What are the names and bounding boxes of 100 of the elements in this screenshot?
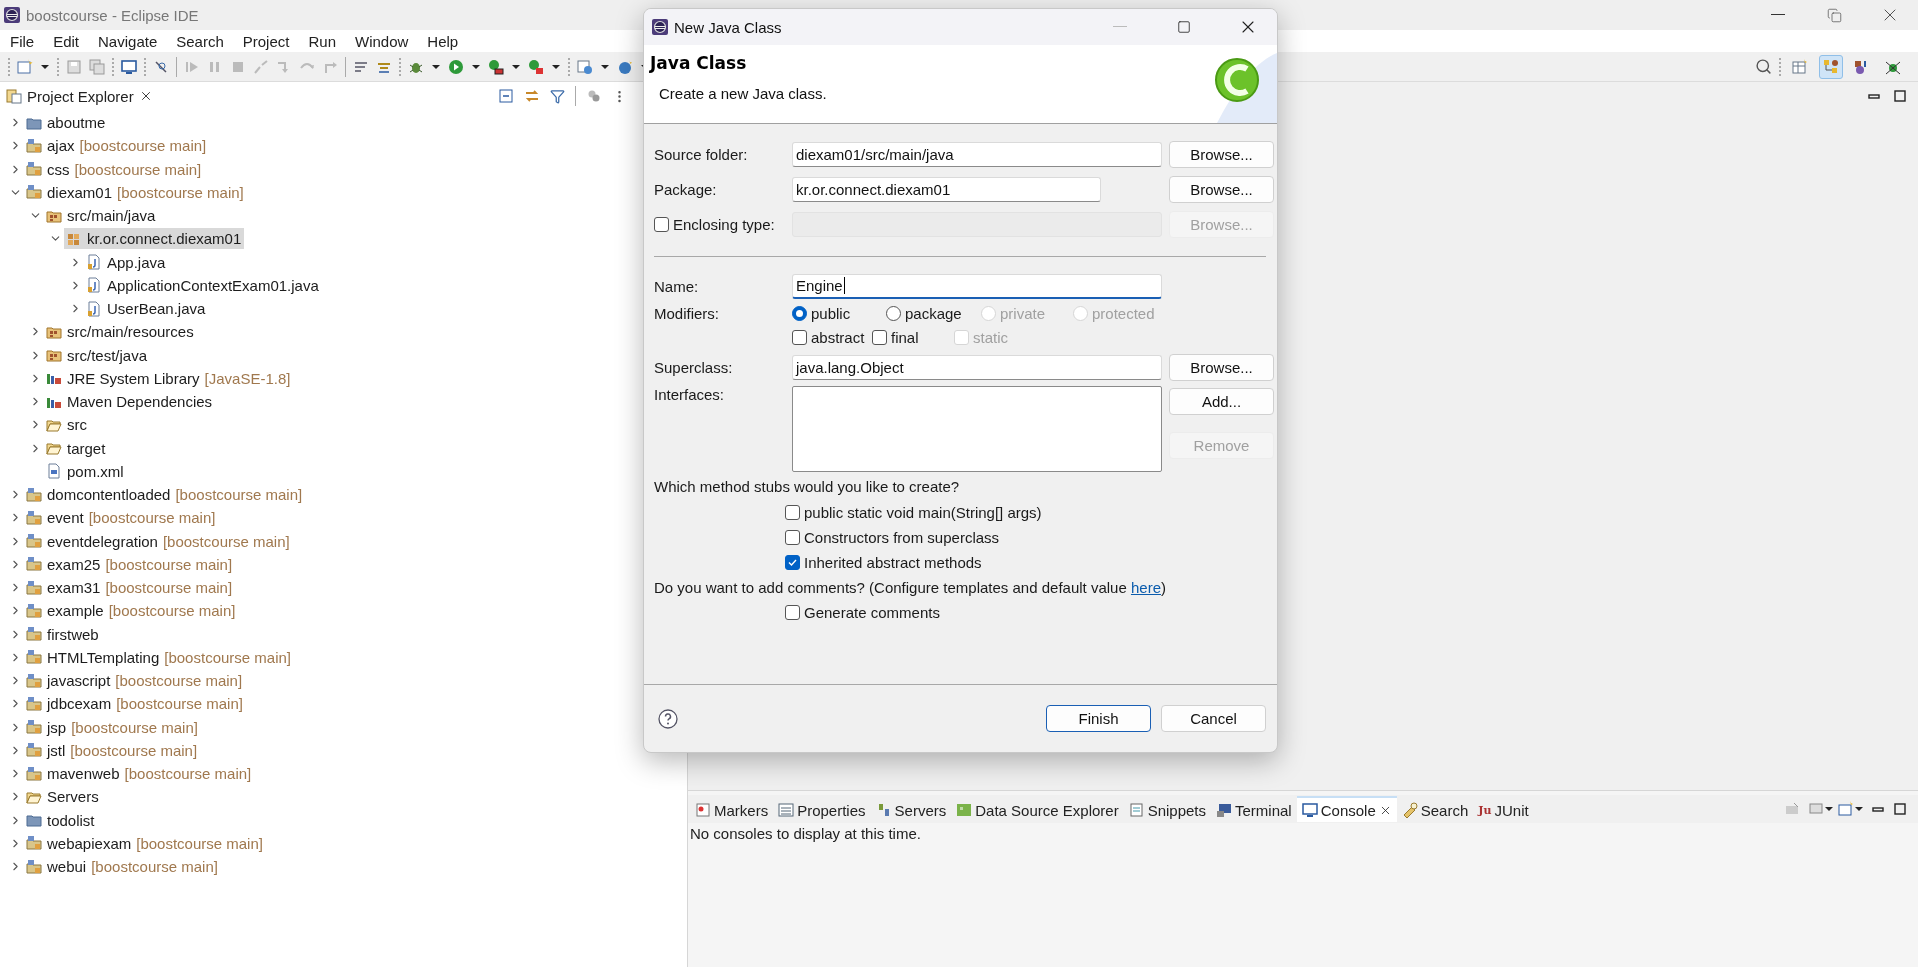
add-button[interactable]: Add... [1169,388,1274,415]
checkbox-label: final [891,329,919,346]
tree-item[interactable]: eventdelegration [boostcourse main] [24,530,293,552]
tree-item[interactable]: event [boostcourse main] [24,507,219,529]
browse-button[interactable]: Browse... [1169,141,1274,168]
menu-item[interactable]: Help [427,32,459,50]
dialog-title: New Java Class [674,18,783,36]
name-field[interactable]: Engine [792,273,1162,299]
tree-item[interactable]: JRE System Library [JavaSE-1.8] [44,367,294,389]
field-label: Source folder: [654,146,749,163]
tree-item[interactable]: Servers [24,786,102,808]
tree-item[interactable]: firstweb [24,623,102,645]
branch-label: [boostcourse main] [105,555,233,573]
field-label: Interfaces: [654,386,726,405]
tree-item[interactable]: webui [boostcourse main] [24,856,221,878]
checkbox-label: Generate comments [804,604,940,621]
checkbox-label: Inherited abstract methods [804,554,982,571]
superclass-field[interactable]: java.lang.Object [792,354,1162,380]
branch-label: [boostcourse main] [70,741,198,759]
tree-item[interactable]: mavenweb [boostcourse main] [24,763,255,785]
junit-logo: Ju [1478,803,1492,817]
checkbox-label: static [973,329,1008,346]
branch-label: [boostcourse main] [105,579,233,597]
cancel-button[interactable]: Cancel [1161,705,1266,732]
panel-tab[interactable]: Terminal [1211,796,1297,822]
radio-label: package [905,304,962,322]
tree-item[interactable]: aboutme [24,112,109,134]
field-label: Name: [654,277,700,295]
tree-item[interactable]: exam31 [boostcourse main] [24,577,236,599]
tree-item[interactable]: target [44,437,109,459]
panel-tab[interactable]: Markers [690,796,774,822]
tree-item[interactable]: pom.xml [44,460,127,482]
branch-label: [boostcourse main] [74,160,202,178]
tree-item[interactable]: css [boostcourse main] [24,158,205,180]
page-heading: Java Class [650,53,748,73]
tree-item[interactable]: App.java [84,251,169,273]
tree-item[interactable]: example [boostcourse main] [24,600,239,622]
checkbox-label: Enclosing type: [673,216,775,233]
branch-label: [boostcourse main] [71,718,198,736]
tree-item[interactable]: src [44,414,90,436]
tree-item[interactable]: jsp [boostcourse main] [24,716,201,738]
finish-button[interactable]: Finish [1046,705,1151,732]
panel-tab[interactable]: Snippets [1123,796,1211,822]
tree-item[interactable]: src/main/java [44,205,159,227]
radio-label: public [811,304,851,322]
console-message: No consoles to display at this time. [689,824,922,844]
panel-tab[interactable]: Properties [773,796,871,822]
branch-label: [boostcourse main] [116,695,243,713]
tree-item[interactable]: UserBean.java [84,298,209,320]
menu-item[interactable]: Navigate [98,32,158,50]
menu-item[interactable]: Edit [53,32,80,50]
panel-tab[interactable]: Search [1396,796,1474,822]
branch-label: [boostcourse main] [117,183,244,201]
checkbox-label: abstract [811,329,865,346]
checkbox-label: Constructors from superclass [804,529,1000,546]
menu-item[interactable]: File [10,32,35,50]
tree-item[interactable]: src/test/java [44,344,151,366]
stubs-question: Which method stubs would you like to create? [654,477,960,495]
here-link[interactable]: here [1130,579,1161,596]
browse-button[interactable]: Browse... [1169,353,1274,381]
tree-item[interactable]: Maven Dependencies [44,391,216,413]
field-label: Package: [654,181,718,198]
view-tab[interactable]: Project Explorer [6,87,153,105]
tree-item[interactable]: HTMLTemplating [boostcourse main] [24,646,294,668]
tree-item[interactable]: ajax [boostcourse main] [24,135,210,157]
menu-item[interactable]: Search [176,32,224,50]
package-field[interactable]: kr.or.connect.diexam01 [792,177,1101,202]
tree-item[interactable]: webapiexam [boostcourse main] [24,832,266,854]
panel-tab[interactable]: Ju JUnit [1473,796,1534,822]
panel-tab[interactable]: Console [1296,796,1397,822]
tree-item[interactable]: domcontentloaded [boostcourse main] [24,484,306,506]
browse-button[interactable]: Browse... [1169,176,1274,203]
tree-item[interactable]: javascript [boostcourse main] [24,670,246,692]
tree-item[interactable]: jdbcexam [boostcourse main] [24,693,246,715]
window-title: boostcourse - Eclipse IDE [26,6,200,24]
radio-label: protected [1092,304,1155,322]
menu-item[interactable]: Window [355,32,409,50]
panel-tab[interactable]: Servers [870,796,952,822]
tree-item[interactable]: ApplicationContextExam01.java [84,274,322,296]
tree-item[interactable]: src/main/resources [44,321,197,343]
comments-question: Do you want to add comments? (Configure templates and default value here) [654,579,1166,596]
branch-label: [boostcourse main] [136,834,263,852]
tree-item[interactable]: jstl [boostcourse main] [24,739,201,761]
source-folder-field[interactable]: diexam01/src/main/java [792,142,1162,167]
tree-item[interactable]: diexam01 [boostcourse main] [24,181,247,203]
tree-item[interactable]: kr.or.connect.diexam01 [64,228,245,250]
checkbox-label: public static void main(String[] args) [804,504,1042,521]
branch-label: [boostcourse main] [91,858,218,876]
tree-item[interactable]: todolist [24,809,98,831]
branch-label: [boostcourse main] [88,509,216,527]
tree-item[interactable]: exam25 [boostcourse main] [24,553,236,575]
branch-label: [boostcourse main] [124,765,252,783]
branch-label: [boostcourse main] [108,602,236,620]
field-label: Superclass: [654,358,734,376]
page-description: Create a new Java class. [658,85,828,102]
branch-label: [boostcourse main] [162,532,290,550]
menu-item[interactable]: Run [308,32,336,50]
panel-tab[interactable]: Data Source Explorer [951,796,1124,822]
branch-label: [boostcourse main] [175,486,303,504]
menu-item[interactable]: Project [242,32,290,50]
